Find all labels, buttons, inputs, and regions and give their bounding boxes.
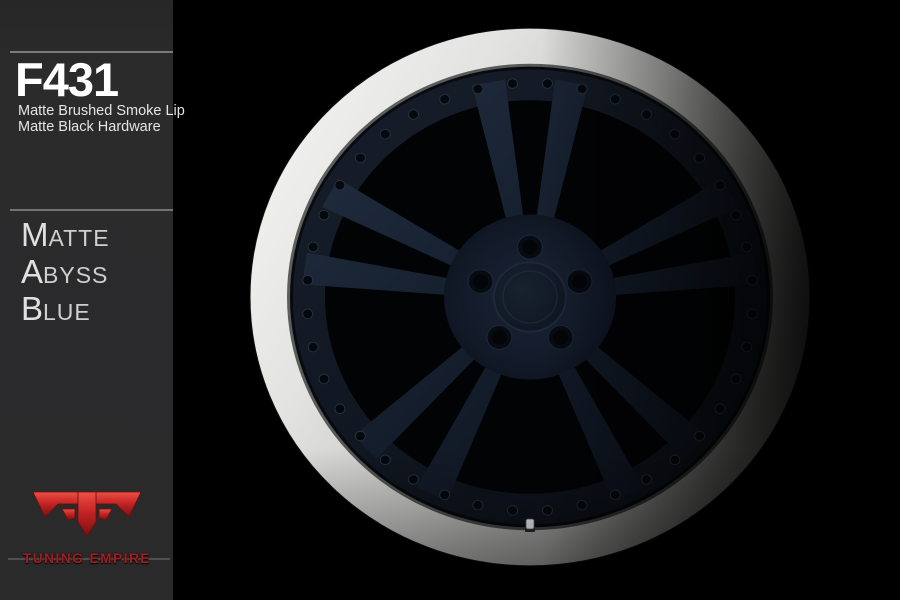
finish-spec-line1: Matte Brushed Smoke Lip [18, 103, 185, 119]
color-name-word: B LUE [21, 290, 91, 327]
brand-name: TUNING EMPIRE [22, 551, 152, 566]
brand-logo [8, 486, 166, 544]
model-name: F431 [15, 53, 119, 106]
product-image-canvas: F431 Matte Brushed Smoke Lip Matte Black… [0, 0, 900, 600]
color-name-word: A BYSS [21, 253, 109, 290]
info-panel: F431 Matte Brushed Smoke Lip Matte Black… [0, 0, 185, 600]
bottom-shadow-overlay [249, 27, 811, 567]
color-name-block: M ATTE A BYSS B LUE [21, 218, 110, 329]
divider [10, 209, 173, 211]
finish-spec-line2: Matte Black Hardware [18, 119, 161, 135]
jf-monogram-icon [32, 491, 142, 537]
color-name-word: M ATTE [21, 216, 110, 253]
